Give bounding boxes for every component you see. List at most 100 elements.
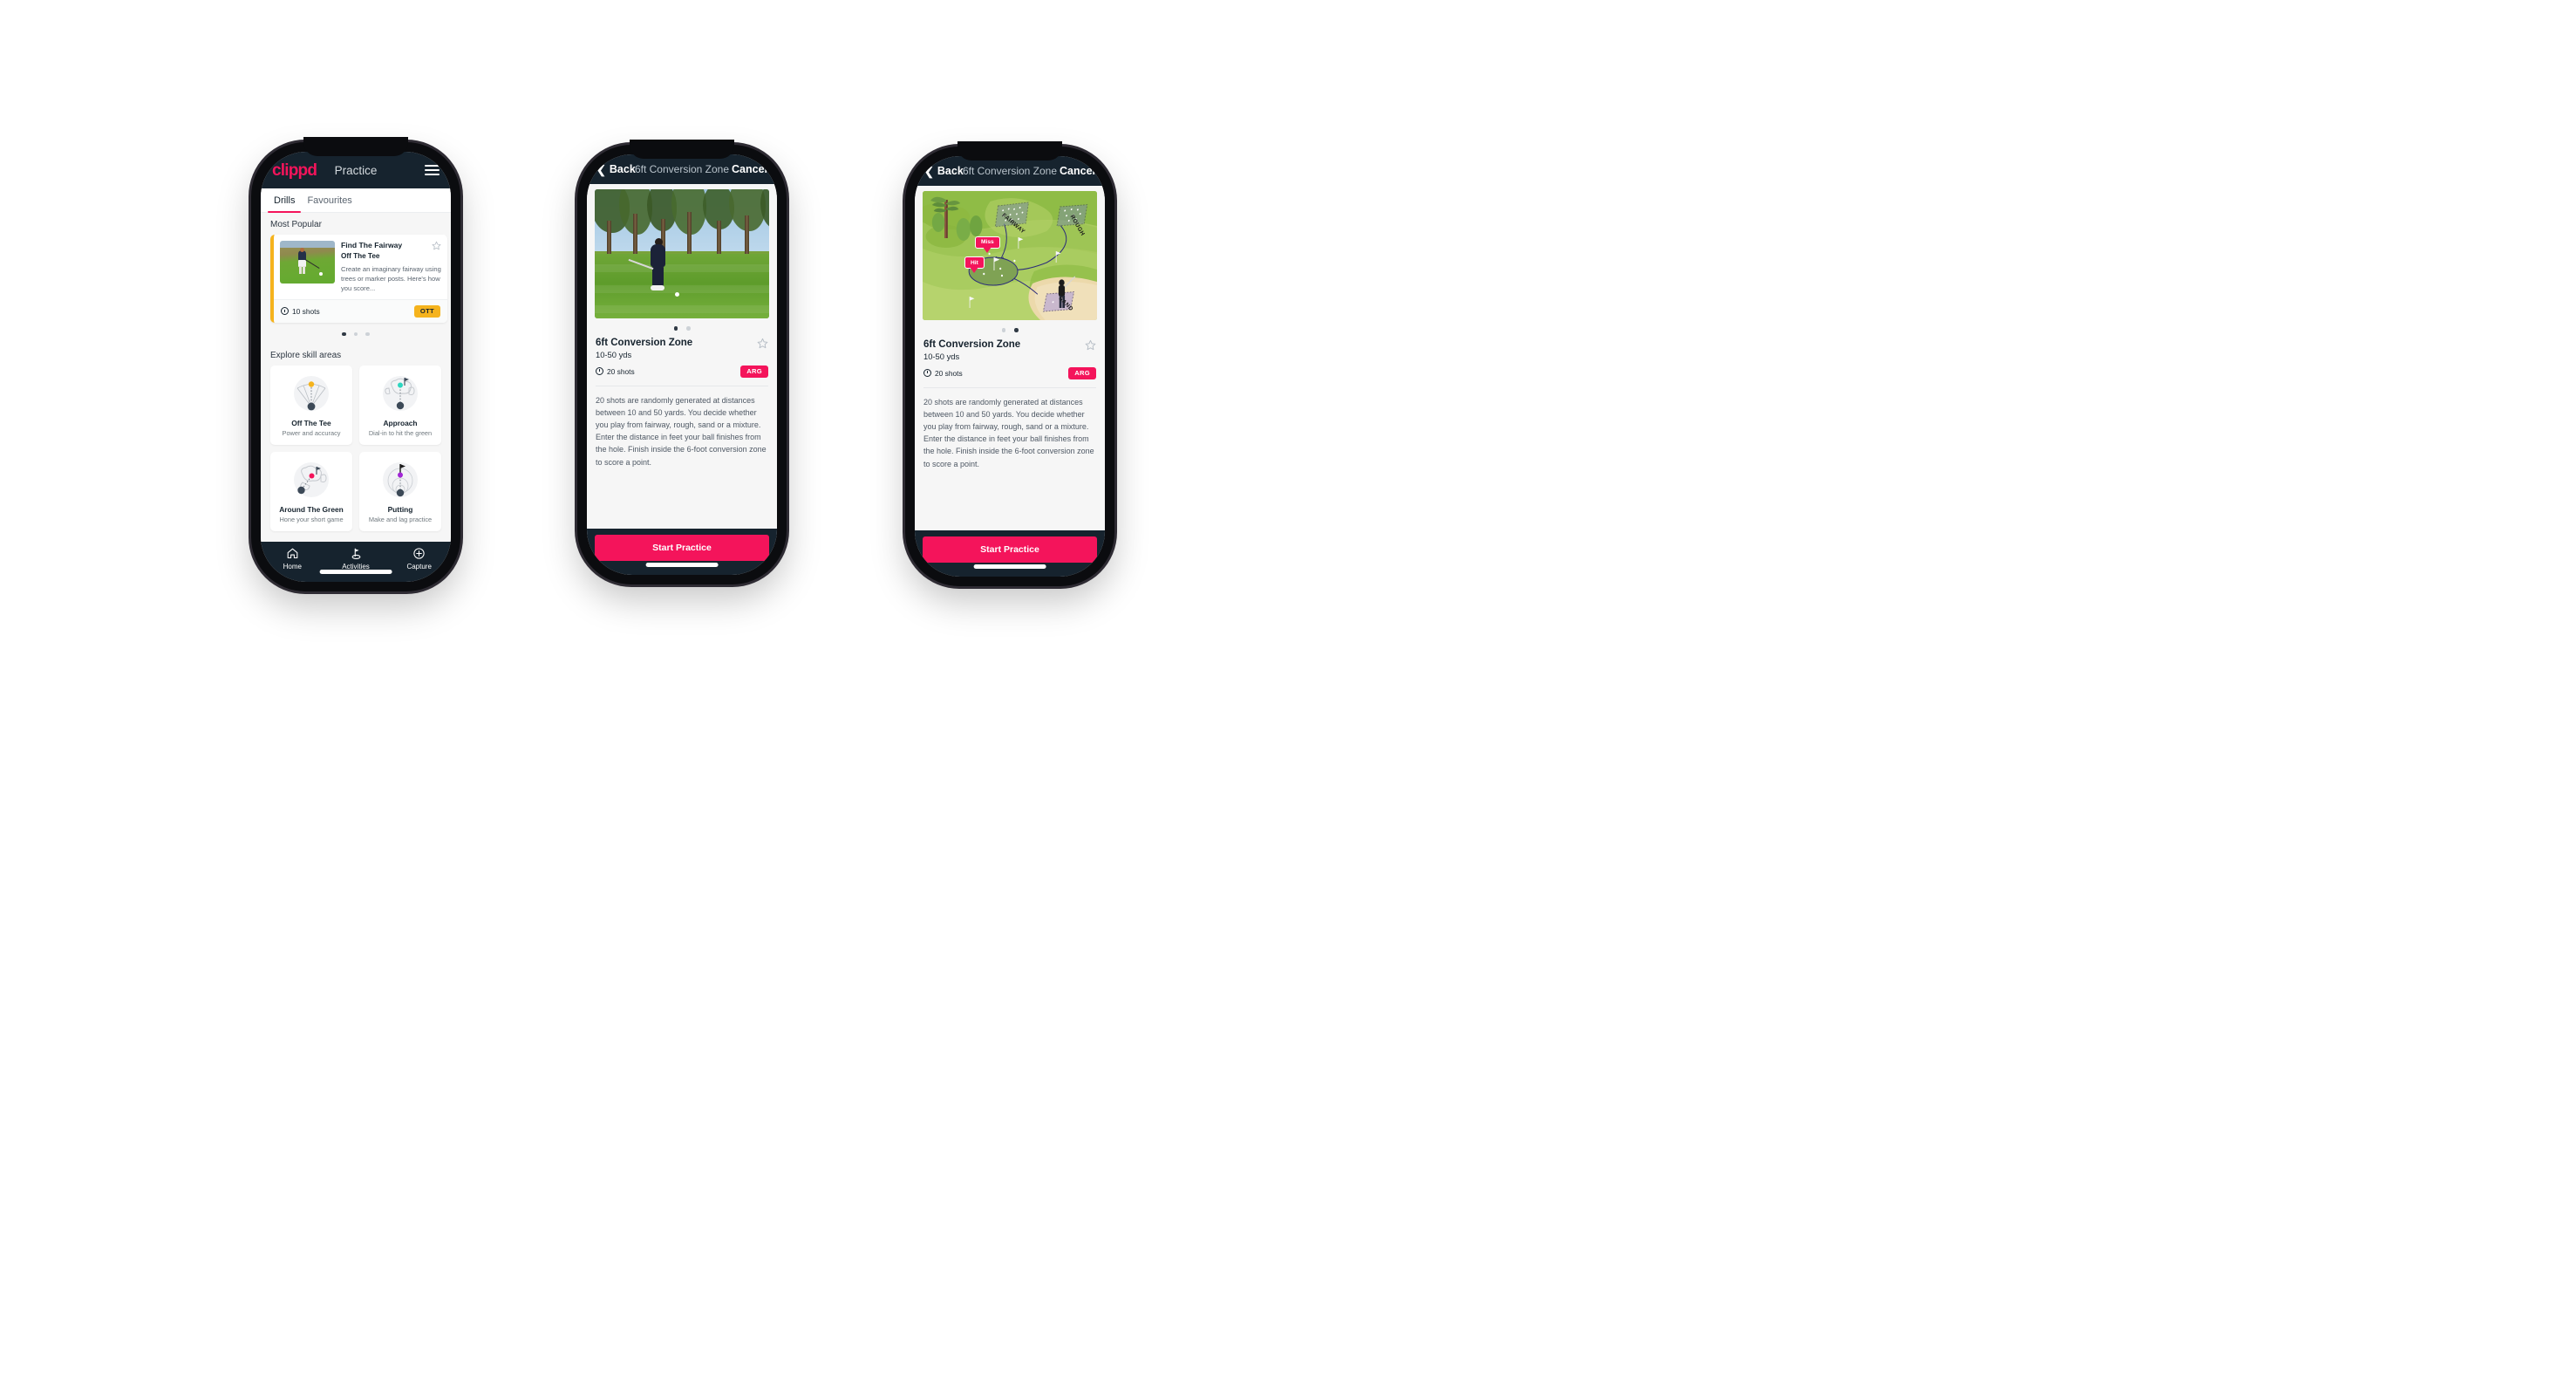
tabbar-label: Home bbox=[283, 563, 302, 571]
drill-thumbnail bbox=[280, 241, 335, 284]
cta-footer: Start Practice bbox=[587, 529, 777, 575]
phone-notch bbox=[630, 140, 734, 159]
skill-card-title: Off The Tee bbox=[291, 419, 331, 428]
marker-hit: Hit bbox=[964, 256, 985, 270]
drill-detail-title: 6ft Conversion Zone bbox=[596, 337, 693, 348]
hamburger-menu-icon[interactable] bbox=[425, 165, 440, 175]
carousel-dot-3[interactable] bbox=[365, 331, 370, 337]
start-practice-button[interactable]: Start Practice bbox=[595, 535, 769, 561]
chevron-left-icon: ❮ bbox=[924, 164, 934, 178]
marker-miss: Miss bbox=[975, 236, 1000, 249]
media-dot-2[interactable] bbox=[1014, 328, 1019, 332]
drill-yardage: 10-50 yds bbox=[596, 349, 632, 359]
cancel-button[interactable]: Cancel bbox=[1060, 165, 1095, 177]
back-button[interactable]: ❮ Back bbox=[924, 165, 964, 177]
star-outline-icon[interactable] bbox=[757, 338, 768, 349]
screenshot-canvas: clippd Practice Drills Favourites Most P… bbox=[0, 0, 2576, 1387]
clock-icon bbox=[596, 367, 603, 375]
drill-detail-header: 6ft Conversion Zone 10-50 yds bbox=[923, 339, 1097, 361]
drill-shots-label: 20 shots bbox=[607, 366, 635, 376]
drill-shots: 10 shots bbox=[281, 307, 320, 316]
tabbar-label: Capture bbox=[406, 563, 432, 571]
carousel-dots[interactable] bbox=[261, 323, 451, 345]
tab-bar: Drills Favourites bbox=[261, 188, 451, 213]
media-carousel-dots[interactable] bbox=[595, 318, 769, 338]
clock-icon bbox=[281, 307, 289, 316]
skill-card-title: Putting bbox=[387, 505, 413, 515]
drill-shots: 20 shots bbox=[596, 367, 635, 376]
back-label: Back bbox=[937, 165, 964, 177]
detail-navbar: ❮ Back 6ft Conversion Zone Cancel bbox=[915, 156, 1105, 186]
drill-shots-label: 10 shots bbox=[292, 306, 320, 316]
golfer-figure bbox=[628, 238, 670, 292]
skill-badge-ott: OTT bbox=[413, 304, 440, 318]
phone-drill-detail-map: ❮ Back 6ft Conversion Zone Cancel FAIRWA… bbox=[905, 141, 1114, 586]
tabbar-item-capture[interactable]: Capture bbox=[387, 546, 451, 571]
carousel-dot-2[interactable] bbox=[353, 331, 358, 337]
media-dot-2[interactable] bbox=[686, 326, 691, 331]
drill-skill-area: Off The Tee bbox=[341, 251, 380, 260]
most-popular-heading: Most Popular bbox=[270, 220, 322, 229]
skill-badge-arg: ARG bbox=[740, 365, 768, 378]
drill-description: Create an imaginary fairway using trees … bbox=[341, 264, 441, 292]
phone-practice-screen: clippd Practice Drills Favourites Most P… bbox=[251, 137, 460, 591]
media-carousel-dots[interactable] bbox=[923, 320, 1097, 339]
start-practice-button[interactable]: Start Practice bbox=[923, 536, 1097, 563]
clock-icon bbox=[923, 369, 931, 377]
phone-notch bbox=[303, 137, 408, 156]
golf-hole-diagram[interactable]: FAIRWAY ROUGH SAND Miss Hit bbox=[923, 191, 1097, 320]
skill-card-off-the-tee[interactable]: Off The Tee Power and accuracy bbox=[270, 366, 352, 446]
tab-favourites[interactable]: Favourites bbox=[301, 188, 358, 212]
app-header: clippd Practice bbox=[261, 152, 451, 188]
drill-detail-header: 6ft Conversion Zone 10-50 yds bbox=[595, 338, 769, 359]
back-label: Back bbox=[609, 163, 636, 175]
media-dot-1[interactable] bbox=[1001, 328, 1005, 332]
approach-green-icon bbox=[378, 373, 423, 415]
skill-card-desc: Make and lag practice bbox=[368, 516, 433, 524]
drill-shots-row: 20 shots ARG bbox=[923, 366, 1097, 379]
media-dot-1[interactable] bbox=[673, 326, 678, 331]
drill-card-footer: 10 shots OTT bbox=[274, 298, 447, 323]
skill-areas-grid: Off The Tee Power and accuracy Approach … bbox=[261, 366, 451, 540]
explore-skill-areas-heading: Explore skill areas bbox=[270, 351, 342, 361]
detail-navbar: ❮ Back 6ft Conversion Zone Cancel bbox=[587, 154, 777, 184]
drill-shots-label: 20 shots bbox=[935, 368, 963, 378]
popular-carousel[interactable]: Find The Fairway Off The Tee Create an i… bbox=[261, 235, 451, 323]
clippd-logo: clippd bbox=[272, 161, 317, 180]
skill-card-around-the-green[interactable]: Around The Green Hone your short game bbox=[270, 452, 352, 532]
drill-title: Find The Fairway bbox=[341, 241, 403, 249]
home-indicator bbox=[645, 563, 719, 567]
skill-card-desc: Hone your short game bbox=[279, 516, 344, 524]
drill-video-thumbnail[interactable] bbox=[595, 189, 769, 318]
tab-drills[interactable]: Drills bbox=[268, 188, 302, 213]
tabbar-item-activities[interactable]: Activities bbox=[324, 546, 388, 571]
back-button[interactable]: ❮ Back bbox=[596, 163, 636, 175]
drill-detail-description: 20 shots are randomly generated at dista… bbox=[923, 397, 1094, 468]
star-outline-icon[interactable] bbox=[432, 241, 441, 250]
skill-badge-arg: ARG bbox=[1068, 366, 1096, 379]
star-outline-icon[interactable] bbox=[1085, 339, 1096, 351]
skill-card-desc: Power and accuracy bbox=[282, 429, 341, 438]
cancel-button[interactable]: Cancel bbox=[732, 163, 767, 175]
drill-detail-description: 20 shots are randomly generated at dista… bbox=[596, 395, 767, 467]
practice-content: Most Popular Find The Fairway Off The Te… bbox=[261, 213, 451, 542]
skill-card-approach[interactable]: Approach Dial-in to hit the green bbox=[359, 366, 441, 446]
phone-drill-detail-video: ❮ Back 6ft Conversion Zone Cancel 6ft Co… bbox=[577, 140, 787, 584]
drill-shots: 20 shots bbox=[923, 369, 963, 378]
drill-card-find-the-fairway[interactable]: Find The Fairway Off The Tee Create an i… bbox=[270, 235, 447, 323]
plus-circle-icon bbox=[387, 546, 451, 561]
drill-detail-title: 6ft Conversion Zone bbox=[923, 338, 1021, 350]
phone-notch bbox=[957, 141, 1062, 161]
home-icon bbox=[261, 546, 324, 561]
chevron-left-icon: ❮ bbox=[596, 162, 606, 176]
carousel-dot-1[interactable] bbox=[342, 331, 346, 337]
putting-rings-icon bbox=[378, 460, 423, 502]
skill-card-putting[interactable]: Putting Make and lag practice bbox=[359, 452, 441, 532]
bottom-tab-bar: Home Activities Capture bbox=[261, 542, 451, 582]
skill-card-title: Around The Green bbox=[279, 505, 344, 515]
home-indicator bbox=[973, 564, 1046, 569]
cta-footer: Start Practice bbox=[915, 530, 1105, 577]
tabbar-item-home[interactable]: Home bbox=[261, 546, 324, 571]
drill-detail-content: FAIRWAY ROUGH SAND Miss Hit 6ft Conversi… bbox=[915, 186, 1105, 530]
skill-card-desc: Dial-in to hit the green bbox=[368, 429, 433, 438]
